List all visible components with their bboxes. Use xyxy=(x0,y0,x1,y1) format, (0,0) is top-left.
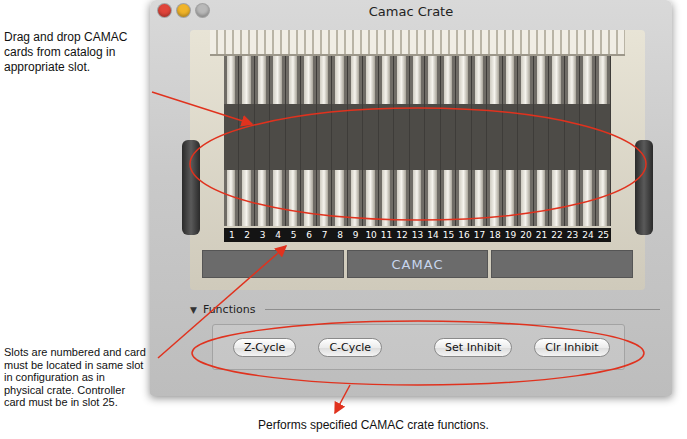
slot-number: 19 xyxy=(503,229,518,241)
slot-number: 10 xyxy=(363,229,378,241)
slot-number: 5 xyxy=(286,229,301,241)
slot-number: 12 xyxy=(394,229,409,241)
crate-slot[interactable] xyxy=(518,56,533,226)
crate-slot[interactable] xyxy=(317,56,332,226)
crate-slot[interactable] xyxy=(534,56,549,226)
slot-number: 15 xyxy=(441,229,456,241)
annotation-arrow-icon xyxy=(158,246,286,358)
crate-slot[interactable] xyxy=(379,56,394,226)
slot-number: 25 xyxy=(596,229,611,241)
window-title: Camac Crate xyxy=(369,4,453,19)
function-button[interactable]: Clr Inhibit xyxy=(534,338,609,357)
close-button[interactable] xyxy=(158,4,171,17)
camac-crate: 1234567891011121314151617181920212223242… xyxy=(190,30,645,290)
slot-number: 1 xyxy=(224,229,239,241)
crate-slot[interactable] xyxy=(472,56,487,226)
crate-slot[interactable] xyxy=(394,56,409,226)
crate-label: CAMAC xyxy=(347,250,489,278)
crate-handle-icon xyxy=(635,140,653,235)
crate-slot[interactable] xyxy=(425,56,440,226)
minimize-button[interactable] xyxy=(177,4,190,17)
slot-number: 9 xyxy=(348,229,363,241)
slot-number: 22 xyxy=(549,229,564,241)
slot-number-strip: 1234567891011121314151617181920212223242… xyxy=(224,228,611,242)
slot-number: 24 xyxy=(580,229,595,241)
function-button[interactable]: Z-Cycle xyxy=(233,338,296,357)
slot-number: 7 xyxy=(317,229,332,241)
crate-slot[interactable] xyxy=(441,56,456,226)
crate-slot[interactable] xyxy=(239,56,254,226)
crate-top xyxy=(210,30,625,56)
crate-slot[interactable] xyxy=(332,56,347,226)
slot-number: 14 xyxy=(425,229,440,241)
crate-slot[interactable] xyxy=(301,56,316,226)
functions-disclosure[interactable]: ▼ Functions xyxy=(150,290,672,316)
disclosure-triangle-icon[interactable]: ▼ xyxy=(190,305,197,315)
slot-number: 13 xyxy=(410,229,425,241)
crate-slot[interactable] xyxy=(363,56,378,226)
functions-panel: Z-Cycle C-Cycle Set Inhibit Clr Inhibit xyxy=(212,324,625,370)
slot-number: 17 xyxy=(472,229,487,241)
annotation-overlay xyxy=(0,0,687,439)
crate-slot[interactable] xyxy=(580,56,595,226)
annotation-text: Performs specified CAMAC crate functions… xyxy=(258,418,489,433)
slot-number: 6 xyxy=(301,229,316,241)
slot-number: 2 xyxy=(239,229,254,241)
crate-handle-icon xyxy=(182,140,200,235)
slot-number: 23 xyxy=(565,229,580,241)
crate-slot[interactable] xyxy=(456,56,471,226)
annotation-text: Slots are numbered and card must be loca… xyxy=(4,346,146,409)
label-panel xyxy=(202,250,344,278)
crate-slot[interactable] xyxy=(410,56,425,226)
crate-slot[interactable] xyxy=(549,56,564,226)
label-panel xyxy=(491,250,633,278)
slot-number: 20 xyxy=(518,229,533,241)
annotated-screenshot: Drag and drop CAMAC cards from catalog i… xyxy=(0,0,687,439)
crate-slot[interactable] xyxy=(224,56,239,226)
function-button[interactable]: Set Inhibit xyxy=(434,338,512,357)
buttons-highlight-ellipse xyxy=(192,321,644,385)
slot-number: 3 xyxy=(255,229,270,241)
crate-slot[interactable] xyxy=(348,56,363,226)
annotation-arrow-icon xyxy=(335,385,350,413)
slot-number: 16 xyxy=(456,229,471,241)
slots-highlight-ellipse xyxy=(190,108,646,220)
slot-number: 18 xyxy=(487,229,502,241)
slot-number: 11 xyxy=(379,229,394,241)
functions-label: Functions xyxy=(203,303,256,316)
crate-slot[interactable] xyxy=(286,56,301,226)
crate-slot[interactable] xyxy=(565,56,580,226)
slot-area[interactable] xyxy=(224,56,611,226)
crate-slot[interactable] xyxy=(487,56,502,226)
slot-number: 8 xyxy=(332,229,347,241)
crate-slot[interactable] xyxy=(270,56,285,226)
title-bar[interactable]: Camac Crate xyxy=(150,0,672,22)
slot-number: 4 xyxy=(270,229,285,241)
annotation-text: Drag and drop CAMAC cards from catalog i… xyxy=(4,30,148,75)
zoom-button[interactable] xyxy=(196,4,209,17)
camac-crate-window: Camac Crate12345678910111213141516171819… xyxy=(150,0,672,396)
crate-slot[interactable] xyxy=(255,56,270,226)
crate-slot[interactable] xyxy=(503,56,518,226)
slot-number: 21 xyxy=(534,229,549,241)
crate-slot[interactable] xyxy=(596,56,611,226)
annotation-arrow-icon xyxy=(152,92,252,124)
function-button[interactable]: C-Cycle xyxy=(318,338,382,357)
